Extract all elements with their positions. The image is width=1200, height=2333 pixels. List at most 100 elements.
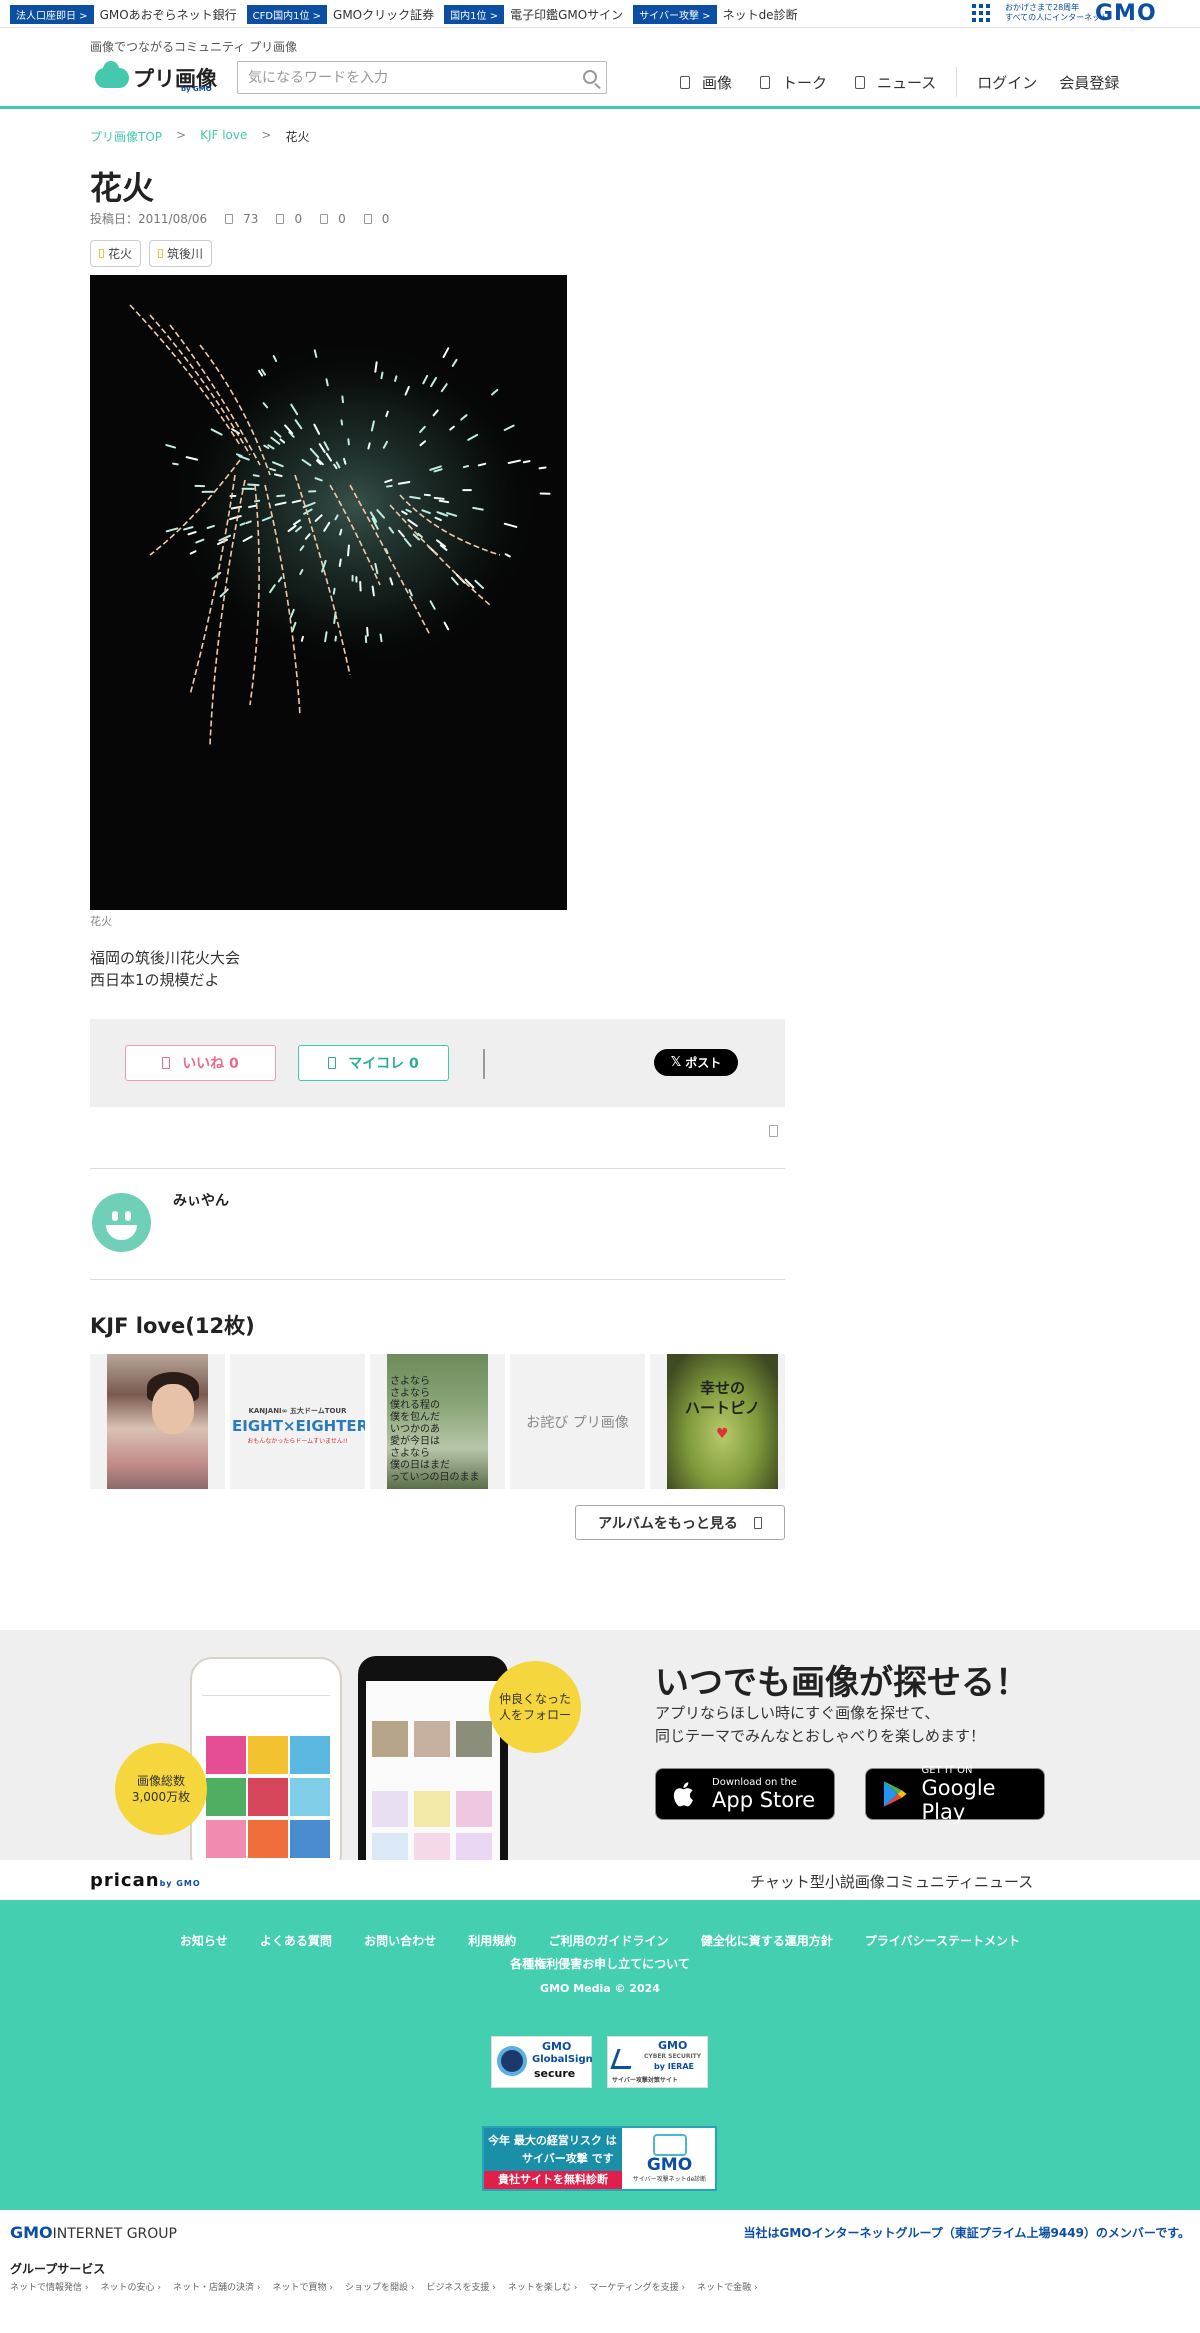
gmo-group-logo-rest: INTERNET GROUP [52,2226,177,2242]
gmo-internet-group-logo[interactable]: GMOINTERNET GROUP [10,2223,177,2242]
footer-link-policy[interactable]: 健全化に資する運用方針 [701,1934,833,1948]
username[interactable]: みぃやん [173,1190,229,1210]
footer-link-guidelines[interactable]: ご利用のガイドライン [548,1934,668,1948]
globalsign-seal[interactable]: GMO GlobalSign secure [491,2036,593,2088]
google-play-small: GET IT ON [921,1764,973,1776]
group-category-link[interactable]: ショップを開設 [345,2280,414,2293]
heart-icon: ♥ [716,1426,729,1442]
footer-link-faq[interactable]: よくある質問 [260,1934,332,1948]
apple-icon [673,1782,693,1807]
site-logo[interactable]: プリ画像 by GMO [95,61,217,93]
like-button[interactable]: いいね 0 [125,1045,276,1081]
phone-screen [366,1681,500,1860]
gmo-link-bank-badge[interactable]: 法人口座即日 [10,5,94,24]
cloud-logo-icon [95,61,129,88]
tag-icon [158,249,164,258]
tag-item[interactable]: 筑後川 [149,240,213,267]
gmo-link-securities-badge[interactable]: CFD国内1位 [246,5,328,24]
album-thumbnail[interactable]: KANJANI∞ 五大ドームTOUR EIGHT×EIGHTER おもんなかった… [230,1354,365,1489]
ierae-seal[interactable]: GMO CYBER SECURITY by IERAE サイバー攻撃対策サイト [607,2036,708,2088]
group-category-link[interactable]: ネット・店舗の決済 [173,2280,260,2293]
thumbnail-image [107,1354,208,1489]
group-category-link[interactable]: ネットを楽しむ [508,2280,577,2293]
service-link-community[interactable]: 画像コミュニティ [855,1871,974,1892]
nav-item-talk[interactable]: トーク [760,72,827,93]
ad-text-mid: サイバー攻撃 です [522,2152,614,2165]
x-post-label: ポスト [685,1056,722,1070]
group-category-link[interactable]: ネットで情報発信 [10,2280,88,2293]
avatar-eye [125,1211,131,1221]
nav-item-images-label: 画像 [702,73,733,92]
ad-text-bottom: 貴社サイトを無料診断 [484,2171,622,2189]
seal-text: サイバー攻撃対策サイト [612,2077,678,2084]
signup-link[interactable]: 会員登録 [1059,72,1119,93]
avatar-mouth [106,1225,137,1240]
service-link-news[interactable]: ニュース [974,1871,1033,1892]
breadcrumb-separator: > [261,128,272,142]
footer-link-terms[interactable]: 利用規約 [468,1934,516,1948]
album-thumbnail[interactable]: 幸せの ハートピノ ♥ [650,1354,785,1489]
report-flag-icon[interactable] [769,1125,778,1137]
gmo-link-security-badge[interactable]: サイバー攻撃 [633,5,717,24]
search-icon[interactable] [583,70,597,84]
promo-sub-line1: アプリならほしい時にすぐ画像を探せて、 [655,1704,940,1722]
news-icon [855,75,866,89]
app-store-small: Download on the [712,1776,797,1788]
footer-link-rights[interactable]: 各種権利侵害お申し立てについて [510,1957,690,1971]
album-thumbnail[interactable]: お詫び プリ画像 [510,1354,645,1489]
divider [90,1279,785,1280]
cyber-attack-ad-banner[interactable]: 今年 最大の経営リスク は サイバー攻撃 です 貴社サイトを無料診断 GMO サ… [482,2126,717,2191]
ad-text-top: 今年 最大の経営リスク は [488,2134,617,2147]
album-thumbnail[interactable]: さよなら さよなら 僕れる程の 僕を包んだ いつかのあ 愛が今日は さよなら 僕… [370,1354,505,1489]
nav-item-images[interactable]: 画像 [680,72,732,93]
login-link[interactable]: ログイン [977,72,1037,93]
bubble-text: 人をフォロー [498,1708,571,1722]
breadcrumb-album[interactable]: KJF love [200,128,247,145]
thumbnail-text-line2: ハートピノ [684,1399,760,1417]
google-play-button[interactable]: GET IT ON Google Play [865,1764,1045,1824]
gmo-link-sign[interactable]: 電子印鑑GMOサイン [510,6,623,23]
avatar[interactable] [92,1193,151,1252]
footer-link-privacy[interactable]: プライバシーステートメント [865,1934,1020,1948]
gmo-link-sign-badge[interactable]: 国内1位 [444,5,505,24]
gmo-link-security[interactable]: ネットde診断 [723,6,798,23]
gmo-link-bank[interactable]: GMOあおぞらネット銀行 [100,6,237,23]
nav-item-news[interactable]: ニュース [855,72,936,93]
gmo-group-bar: 法人口座即日 GMOあおぞらネット銀行 CFD国内1位 GMOクリック証券 国内… [0,0,1200,28]
divider [90,1168,785,1169]
gmo-link-securities[interactable]: GMOクリック証券 [333,6,434,23]
phone-screen [202,1695,330,1860]
collect-button[interactable]: マイコレ 0 [298,1045,449,1081]
footer-link-news[interactable]: お知らせ [180,1934,228,1948]
nav-item-news-label: ニュース [877,73,937,92]
group-category-link[interactable]: マーケティングを支援 [589,2280,685,2293]
group-category-link[interactable]: ネットで買物 [272,2280,332,2293]
apps-grid-icon[interactable] [972,4,990,22]
group-category-link[interactable]: ビジネスを支援 [426,2280,495,2293]
breadcrumb-top[interactable]: プリ画像TOP [90,128,162,145]
tag-icon [99,249,104,258]
tag-item[interactable]: 花火 [90,240,142,267]
arrow-right-icon [753,1516,762,1529]
prican-logo-by: by GMO [159,1879,201,1888]
main-photo[interactable] [90,275,567,910]
group-category-link[interactable]: ネットで金融 [697,2280,757,2293]
eye-icon [225,213,234,224]
service-link-novel[interactable]: チャット型小説 [750,1871,855,1892]
search-input[interactable] [238,62,558,93]
post-description: 福岡の筑後川花火大会 西日本1の規模だよ [90,947,240,991]
footer-link-contact[interactable]: お問い合わせ [364,1934,436,1948]
album-thumbnail[interactable] [90,1354,225,1489]
app-promo: 画像総数 3,000万枚 仲良くなった 人をフォロー いつでも画像が探せる！ アプリ… [0,1630,1200,1860]
x-post-button[interactable]: 𝕏 ポスト [654,1049,738,1076]
image-icon [680,75,690,89]
group-category-link[interactable]: ネットの安心 [100,2280,160,2293]
seal-text: GMO [542,2040,572,2053]
like-button-label: いいね 0 [182,1056,239,1072]
service-links: チャット型小説 画像コミュニティ ニュース [750,1871,1033,1892]
prican-logo[interactable]: pricanby GMO [90,1870,201,1891]
album-title: KJF love(12枚) [90,1314,255,1338]
app-store-button[interactable]: Download on the App Store [655,1768,835,1820]
album-more-button[interactable]: アルバムをもっと見る [575,1505,785,1540]
gmo-logo[interactable]: GMO [1095,1,1157,26]
